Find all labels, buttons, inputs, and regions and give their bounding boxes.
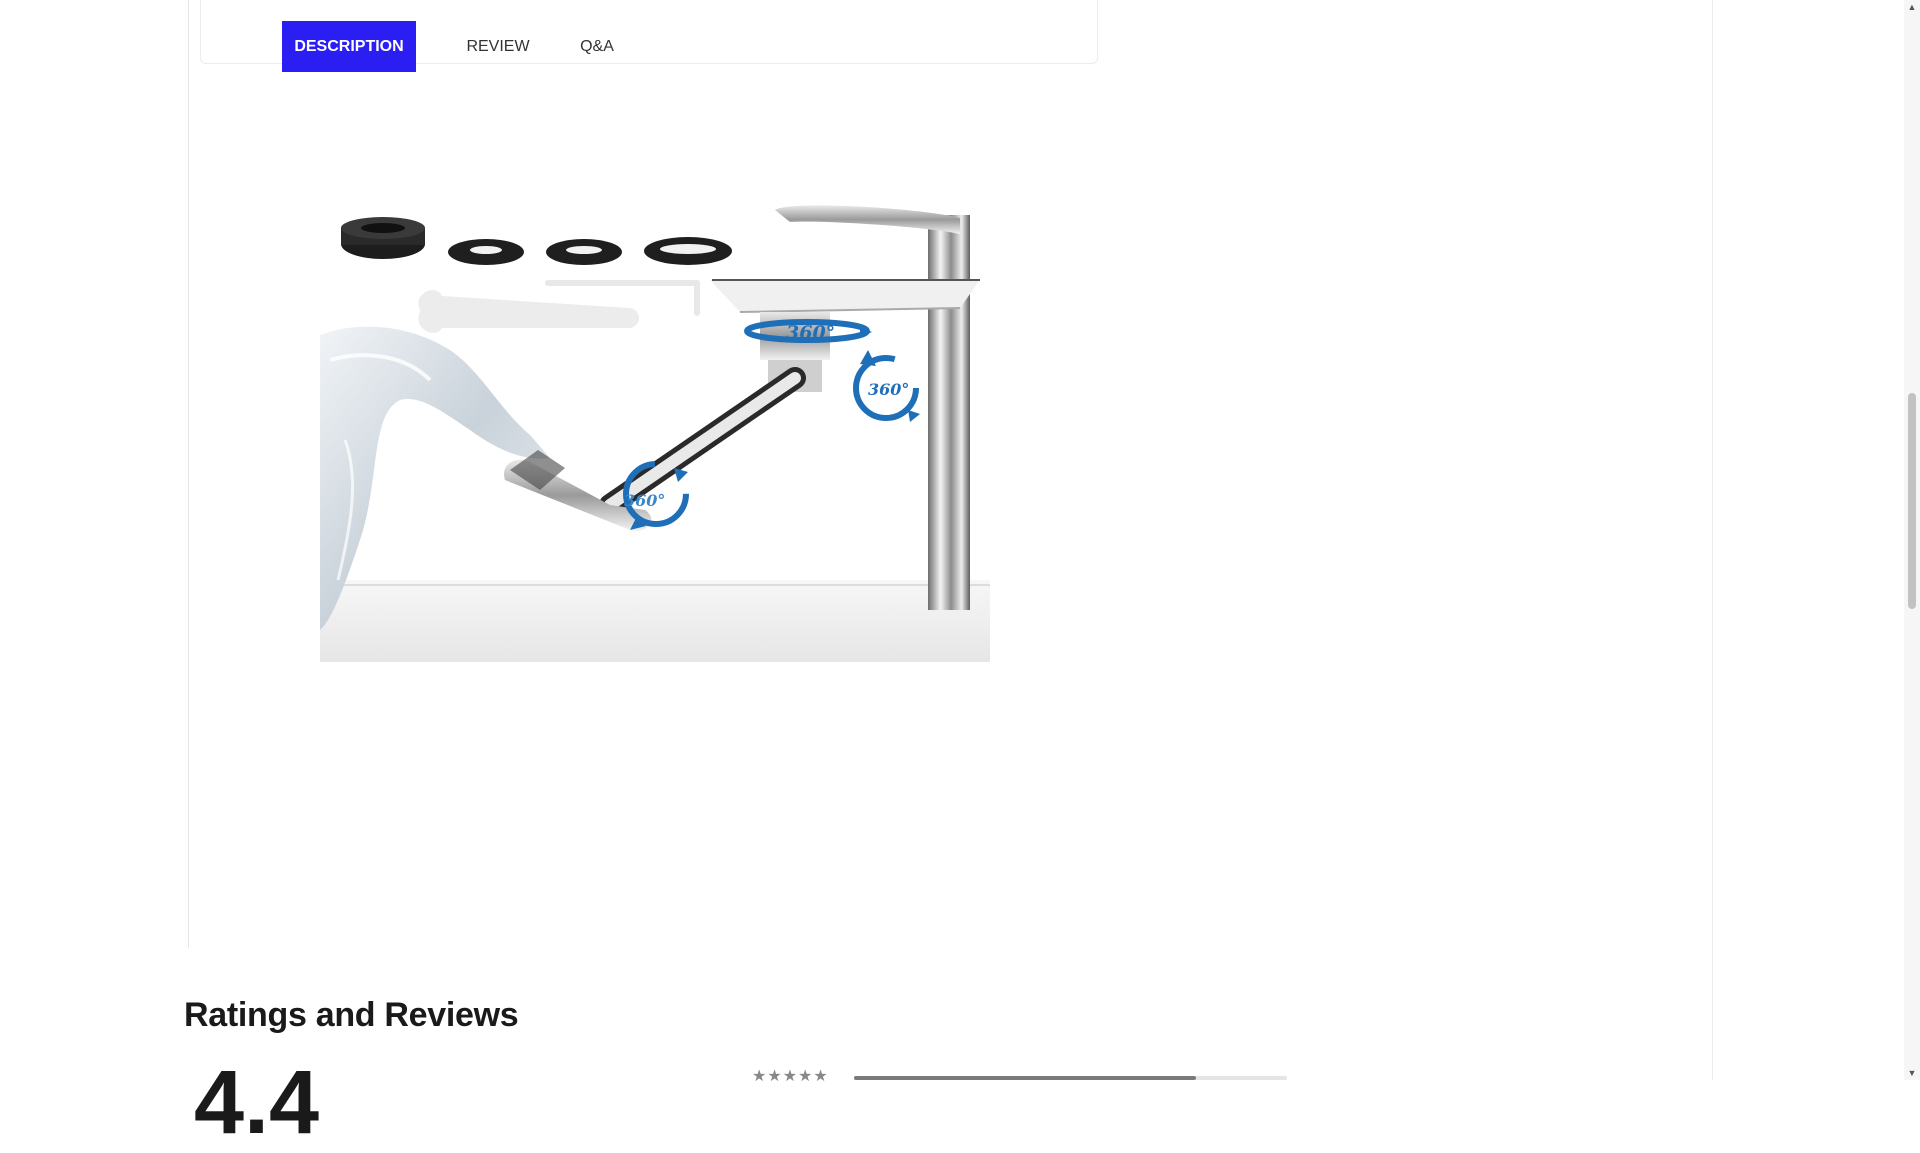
content-right-border xyxy=(1712,0,1713,1080)
five-star-bar xyxy=(854,1076,1287,1080)
ratings-reviews-heading: Ratings and Reviews xyxy=(184,996,519,1034)
scroll-up-arrow-icon[interactable]: ▲ xyxy=(1904,0,1920,14)
average-rating: 4.4 xyxy=(194,1053,320,1153)
rotation-label-top: 360° xyxy=(786,322,835,344)
scroll-down-arrow-icon[interactable]: ▼ xyxy=(1904,1066,1920,1080)
five-star-label: ★★★★★ xyxy=(752,1068,829,1085)
rotation-label-right: 360° xyxy=(868,380,909,399)
product-image: 360° 360° 360° xyxy=(320,200,990,662)
content-left-border xyxy=(188,0,189,948)
tab-description[interactable]: DESCRIPTION xyxy=(282,21,416,72)
vertical-scrollbar[interactable]: ▲ ▼ xyxy=(1904,0,1920,1080)
rotation-label-bottom: 360° xyxy=(624,491,665,510)
scrollbar-thumb[interactable] xyxy=(1908,393,1916,609)
tab-review[interactable]: REVIEW xyxy=(466,21,530,72)
tab-qa[interactable]: Q&A xyxy=(572,21,622,72)
five-star-bar-fill xyxy=(854,1076,1197,1080)
